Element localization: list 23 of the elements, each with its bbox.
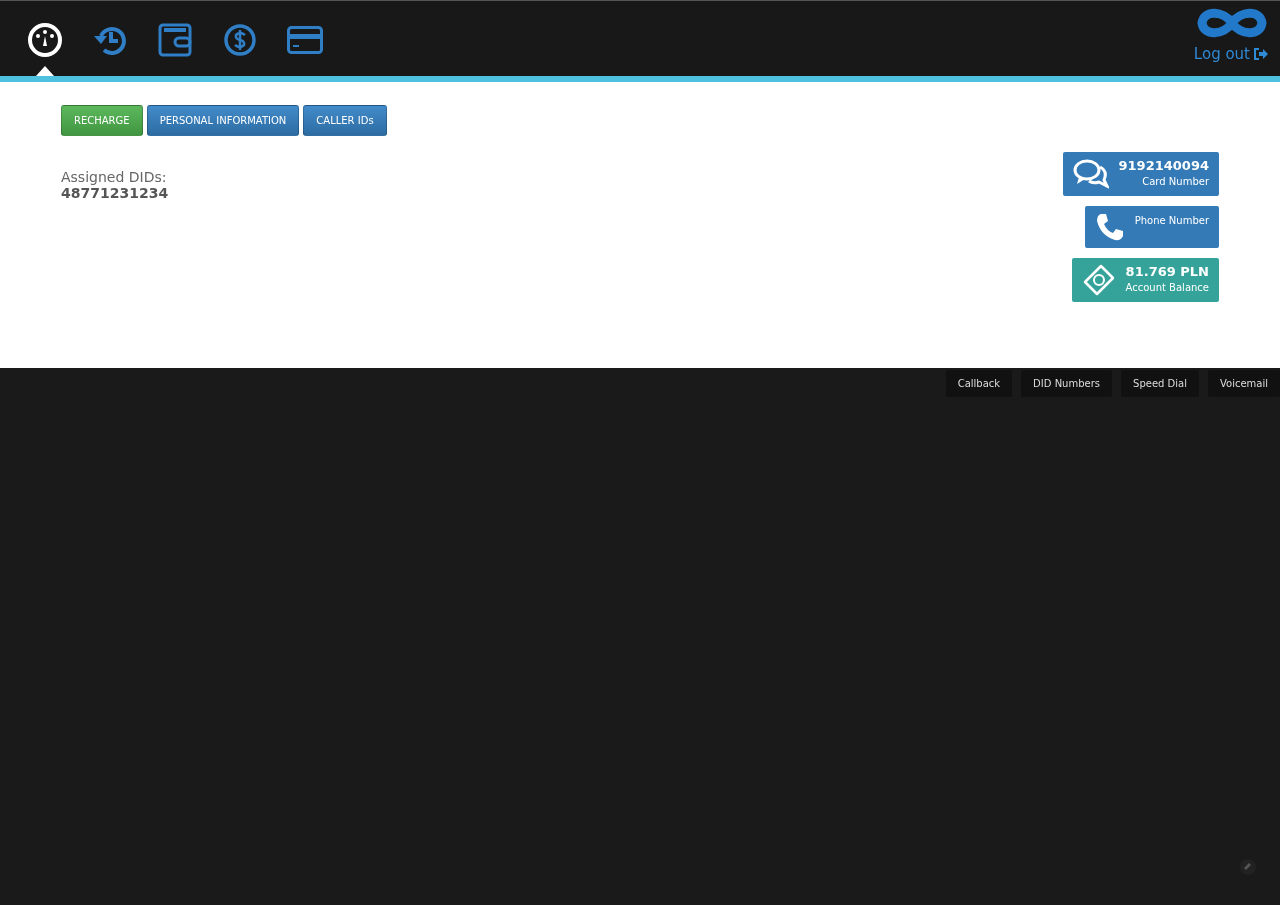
card-label: Card Number bbox=[1142, 176, 1209, 187]
card-value: 9192140094 bbox=[1118, 158, 1209, 173]
phone-icon bbox=[1094, 212, 1125, 242]
card-label: Phone Number bbox=[1134, 215, 1209, 226]
footer-tab[interactable]: DID Numbers bbox=[1021, 370, 1113, 397]
logout-link[interactable]: Log out bbox=[1193, 45, 1268, 63]
credit-card-icon bbox=[286, 25, 323, 54]
card-value: 81.769 PLN bbox=[1125, 264, 1209, 279]
action-button[interactable]: CALLER IDs bbox=[303, 105, 387, 136]
action-button[interactable]: PERSONAL INFORMATION bbox=[146, 105, 300, 136]
assigned-did-number: 48771231234 bbox=[61, 185, 170, 201]
card-label: Account Balance bbox=[1125, 282, 1209, 293]
dollar-icon bbox=[222, 22, 257, 57]
footer-tab[interactable]: Voicemail bbox=[1207, 370, 1280, 397]
gauge-icon bbox=[26, 21, 63, 58]
footer-tab[interactable]: Callback bbox=[945, 370, 1013, 397]
banknote-icon bbox=[1081, 264, 1116, 296]
footer-tab[interactable]: Speed Dial bbox=[1121, 370, 1199, 397]
assigned-dids-label: Assigned DIDs: bbox=[61, 169, 168, 185]
pen-icon bbox=[1240, 859, 1256, 875]
wallet-icon bbox=[157, 22, 192, 57]
chat-bubbles-icon bbox=[1072, 158, 1109, 190]
logout-icon bbox=[1254, 48, 1268, 60]
